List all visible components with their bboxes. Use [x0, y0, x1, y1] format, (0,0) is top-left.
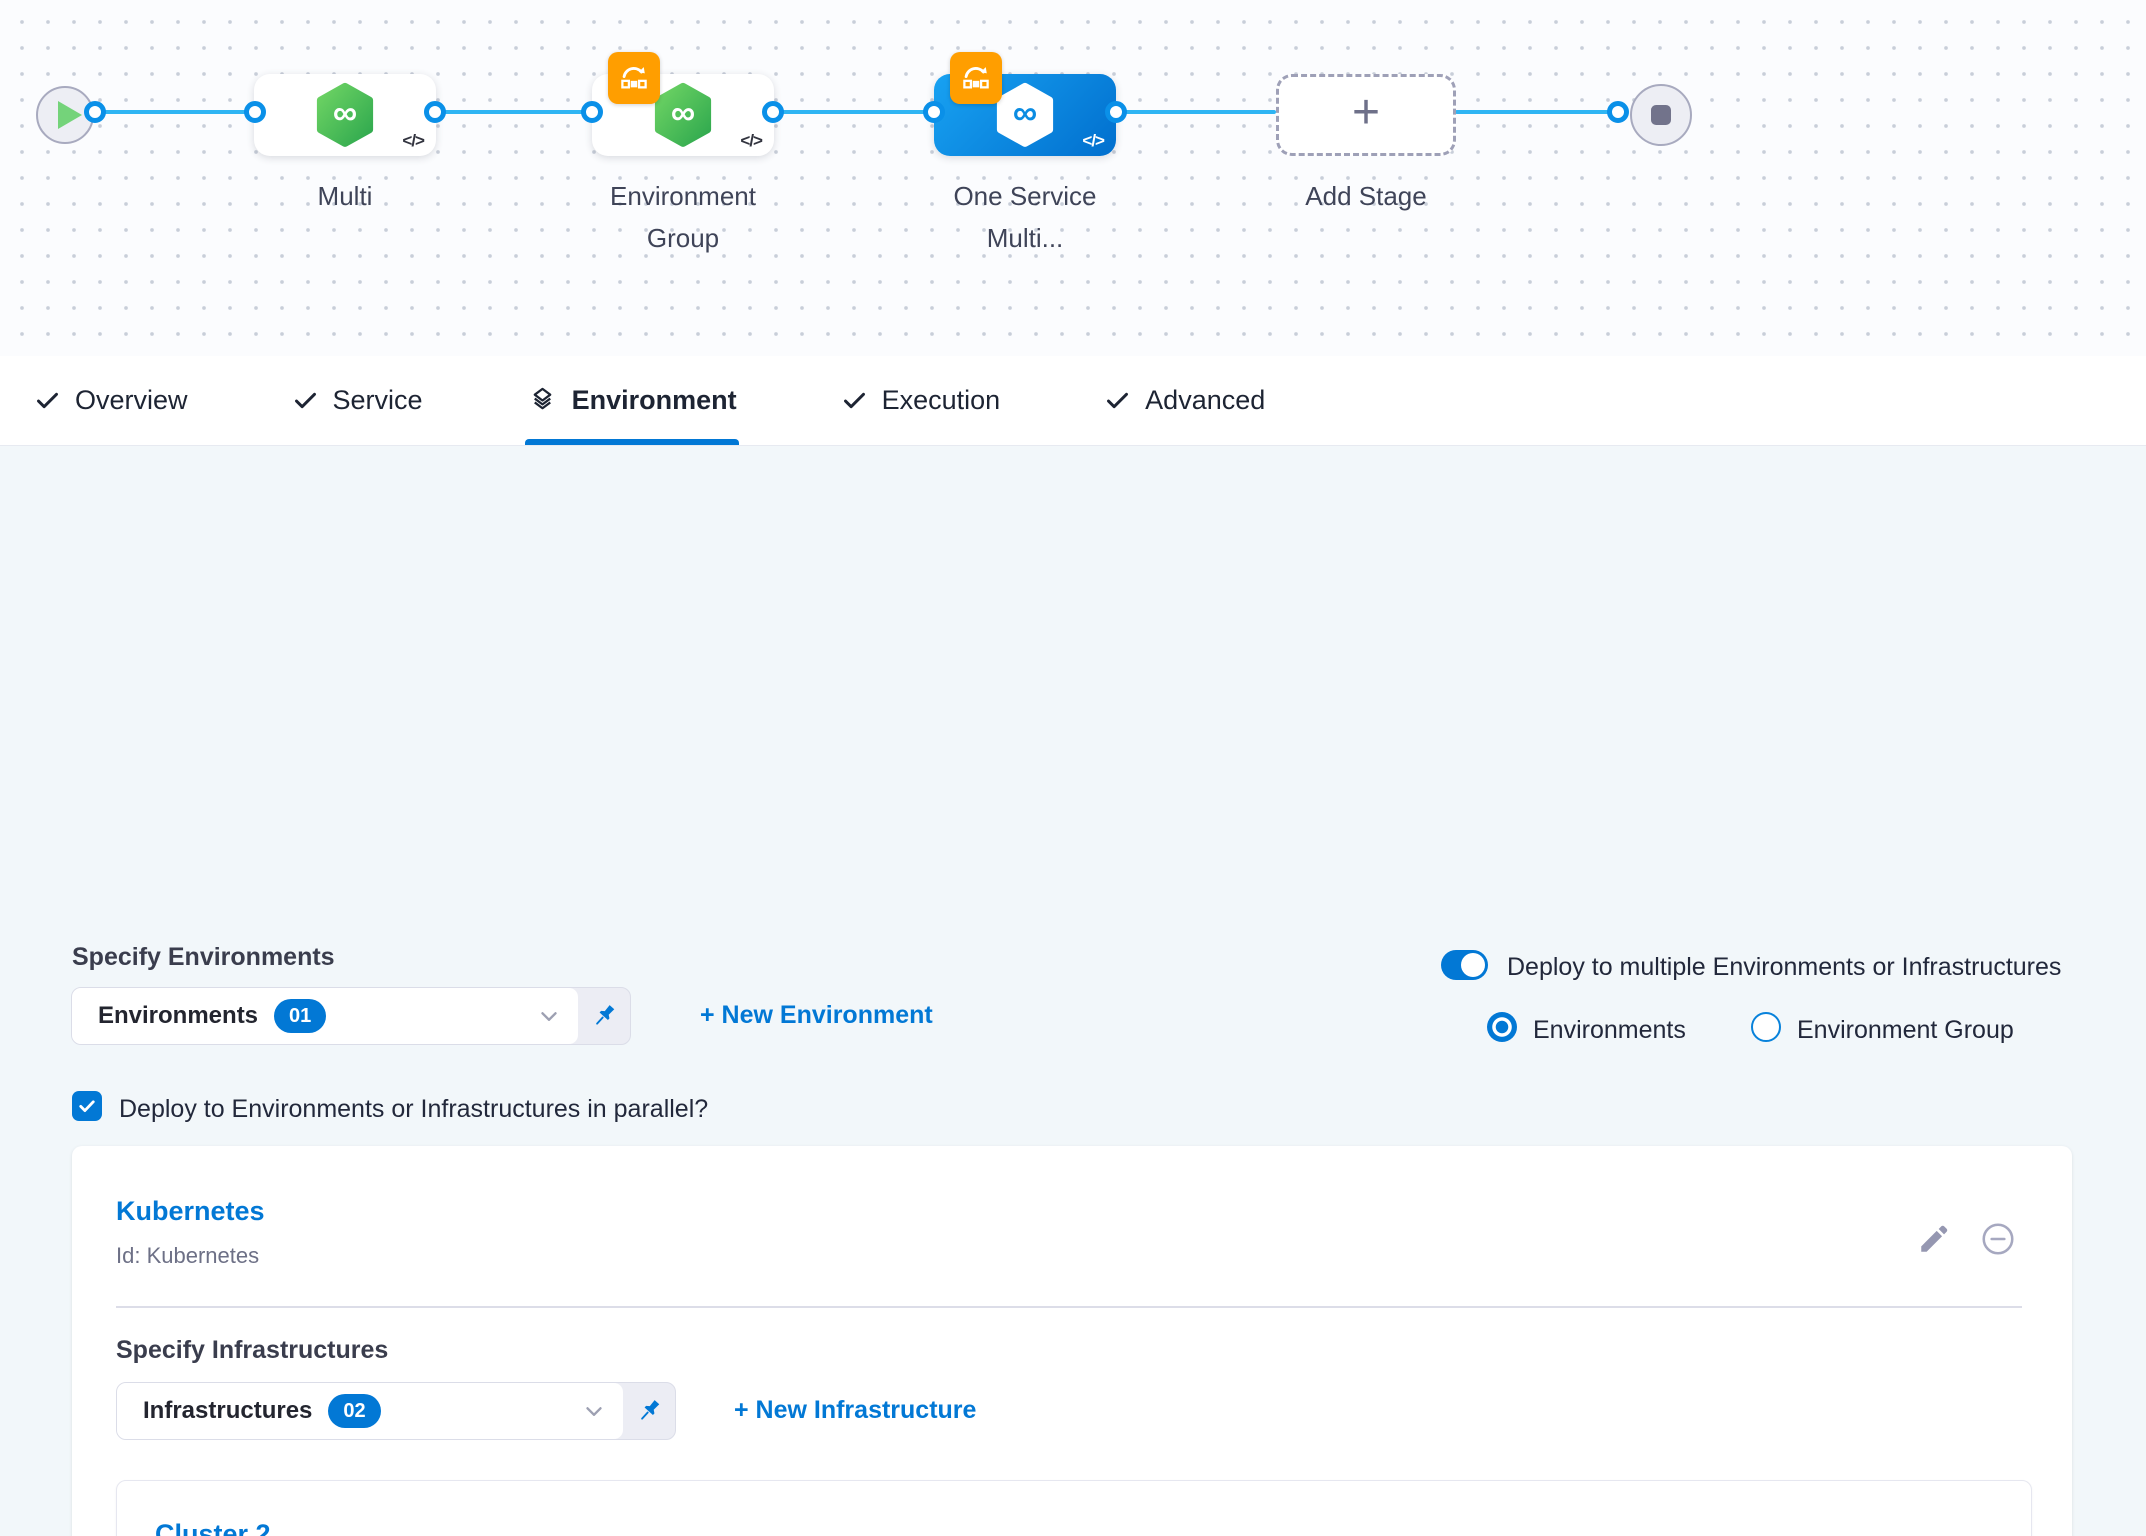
- tab-label: Service: [333, 385, 423, 416]
- tab-execution[interactable]: Execution: [841, 356, 1001, 445]
- infrastructures-dropdown-field[interactable]: Infrastructures 02: [117, 1383, 623, 1439]
- infinity-glyph: ∞: [1013, 96, 1037, 130]
- radio-environments-label: Environments: [1533, 1016, 1686, 1045]
- tab-service[interactable]: Service: [292, 356, 423, 445]
- edge-line: [95, 110, 255, 114]
- tab-overview[interactable]: Overview: [34, 356, 188, 445]
- tab-advanced[interactable]: Advanced: [1104, 356, 1265, 445]
- connector-port: [1607, 101, 1629, 123]
- tab-label: Overview: [75, 385, 188, 416]
- code-glyph: </>: [402, 131, 424, 151]
- code-glyph: </>: [1082, 131, 1104, 151]
- service-hexagon-icon: ∞: [652, 81, 714, 149]
- stage-node-one-service-multi[interactable]: ∞ </>: [934, 74, 1116, 156]
- edit-environment-button[interactable]: [1917, 1222, 1951, 1256]
- stage-label: Environment Group: [583, 175, 783, 259]
- deploy-multiple-toggle[interactable]: [1441, 950, 1488, 980]
- connector-port: [1105, 101, 1127, 123]
- chevron-down-icon: [581, 1398, 607, 1424]
- environments-count-badge: 01: [274, 999, 326, 1033]
- chevron-down-icon: [536, 1003, 562, 1029]
- radio-environment-group[interactable]: [1751, 1012, 1781, 1042]
- pipeline-canvas[interactable]: ∞ </> Multi ∞: [0, 0, 2146, 356]
- connector-port: [762, 101, 784, 123]
- environments-dropdown[interactable]: Environments 01: [71, 987, 631, 1045]
- play-icon: [58, 101, 82, 129]
- environment-card: Kubernetes Id: Kubernetes Specify Infras…: [72, 1146, 2072, 1536]
- tab-environment[interactable]: Environment: [527, 356, 737, 445]
- tab-label: Advanced: [1145, 385, 1265, 416]
- deploy-multiple-toggle-label: Deploy to multiple Environments or Infra…: [1507, 953, 2061, 982]
- tab-label: Environment: [572, 385, 737, 416]
- pipeline-end-node: [1630, 84, 1692, 146]
- tab-label: Execution: [882, 385, 1001, 416]
- add-stage-button[interactable]: +: [1276, 74, 1456, 156]
- service-hexagon-icon: ∞: [314, 81, 376, 149]
- parallel-checkbox[interactable]: [72, 1091, 102, 1121]
- pin-button[interactable]: [623, 1383, 675, 1439]
- edge-line: [773, 110, 934, 114]
- pencil-icon: [1917, 1222, 1951, 1256]
- environment-tab-panel: Specify Environments Environments 01 + N: [0, 446, 2146, 1536]
- stage-tab-bar: Overview Service Environment Execution A…: [0, 356, 2146, 446]
- rolling-deployment-badge-icon: [950, 52, 1002, 104]
- pin-icon: [634, 1396, 664, 1426]
- edge-line: [435, 110, 592, 114]
- check-icon: [34, 387, 61, 414]
- divider: [116, 1306, 2022, 1308]
- pin-icon: [589, 1001, 619, 1031]
- stage-node-multi[interactable]: ∞ </>: [254, 74, 436, 156]
- rolling-deployment-badge-icon: [608, 52, 660, 104]
- toggle-knob: [1461, 953, 1485, 977]
- new-environment-link[interactable]: + New Environment: [700, 1001, 933, 1030]
- new-infrastructure-link[interactable]: + New Infrastructure: [734, 1396, 976, 1425]
- infrastructure-title-link[interactable]: Cluster 2: [155, 1519, 271, 1536]
- stage-label: Multi: [245, 175, 445, 217]
- specify-infrastructures-label: Specify Infrastructures: [116, 1336, 388, 1365]
- check-icon: [292, 387, 319, 414]
- infinity-glyph: ∞: [333, 96, 357, 130]
- remove-environment-button[interactable]: [1979, 1220, 2017, 1258]
- environment-title-link[interactable]: Kubernetes: [116, 1196, 265, 1227]
- infinity-glyph: ∞: [671, 96, 695, 130]
- stage-node-environment-group[interactable]: ∞ </>: [592, 74, 774, 156]
- environment-id-text: Id: Kubernetes: [116, 1243, 259, 1269]
- code-glyph: </>: [740, 131, 762, 151]
- environments-dropdown-value: Environments: [98, 1002, 258, 1030]
- layers-icon: [527, 385, 558, 416]
- connector-port: [424, 101, 446, 123]
- infrastructures-count-badge: 02: [328, 1394, 380, 1428]
- infrastructures-dropdown[interactable]: Infrastructures 02: [116, 1382, 676, 1440]
- infrastructure-card: Cluster 2 Id: Cluster_2: [116, 1480, 2032, 1536]
- connector-port: [923, 101, 945, 123]
- check-icon: [77, 1096, 97, 1116]
- edge-line: [1116, 110, 1276, 114]
- check-icon: [1104, 387, 1131, 414]
- connector-port: [581, 101, 603, 123]
- infrastructures-dropdown-value: Infrastructures: [143, 1397, 312, 1425]
- specify-environments-label: Specify Environments: [72, 943, 335, 972]
- stage-label: One Service Multi...: [925, 175, 1125, 259]
- service-hexagon-icon: ∞: [994, 81, 1056, 149]
- plus-icon: +: [1352, 89, 1380, 137]
- connector-port: [244, 101, 266, 123]
- check-icon: [841, 387, 868, 414]
- radio-environments[interactable]: [1487, 1012, 1517, 1042]
- connector-port: [84, 101, 106, 123]
- edge-line: [1455, 110, 1618, 114]
- stage-label: Add Stage: [1266, 175, 1466, 217]
- minus-circle-icon: [1979, 1220, 2017, 1258]
- pipeline-studio: ∞ </> Multi ∞: [0, 0, 2146, 1536]
- radio-environment-group-label: Environment Group: [1797, 1016, 2014, 1045]
- stop-icon: [1651, 105, 1671, 125]
- pin-button[interactable]: [578, 988, 630, 1044]
- environments-dropdown-field[interactable]: Environments 01: [72, 988, 578, 1044]
- parallel-checkbox-label: Deploy to Environments or Infrastructure…: [119, 1095, 708, 1124]
